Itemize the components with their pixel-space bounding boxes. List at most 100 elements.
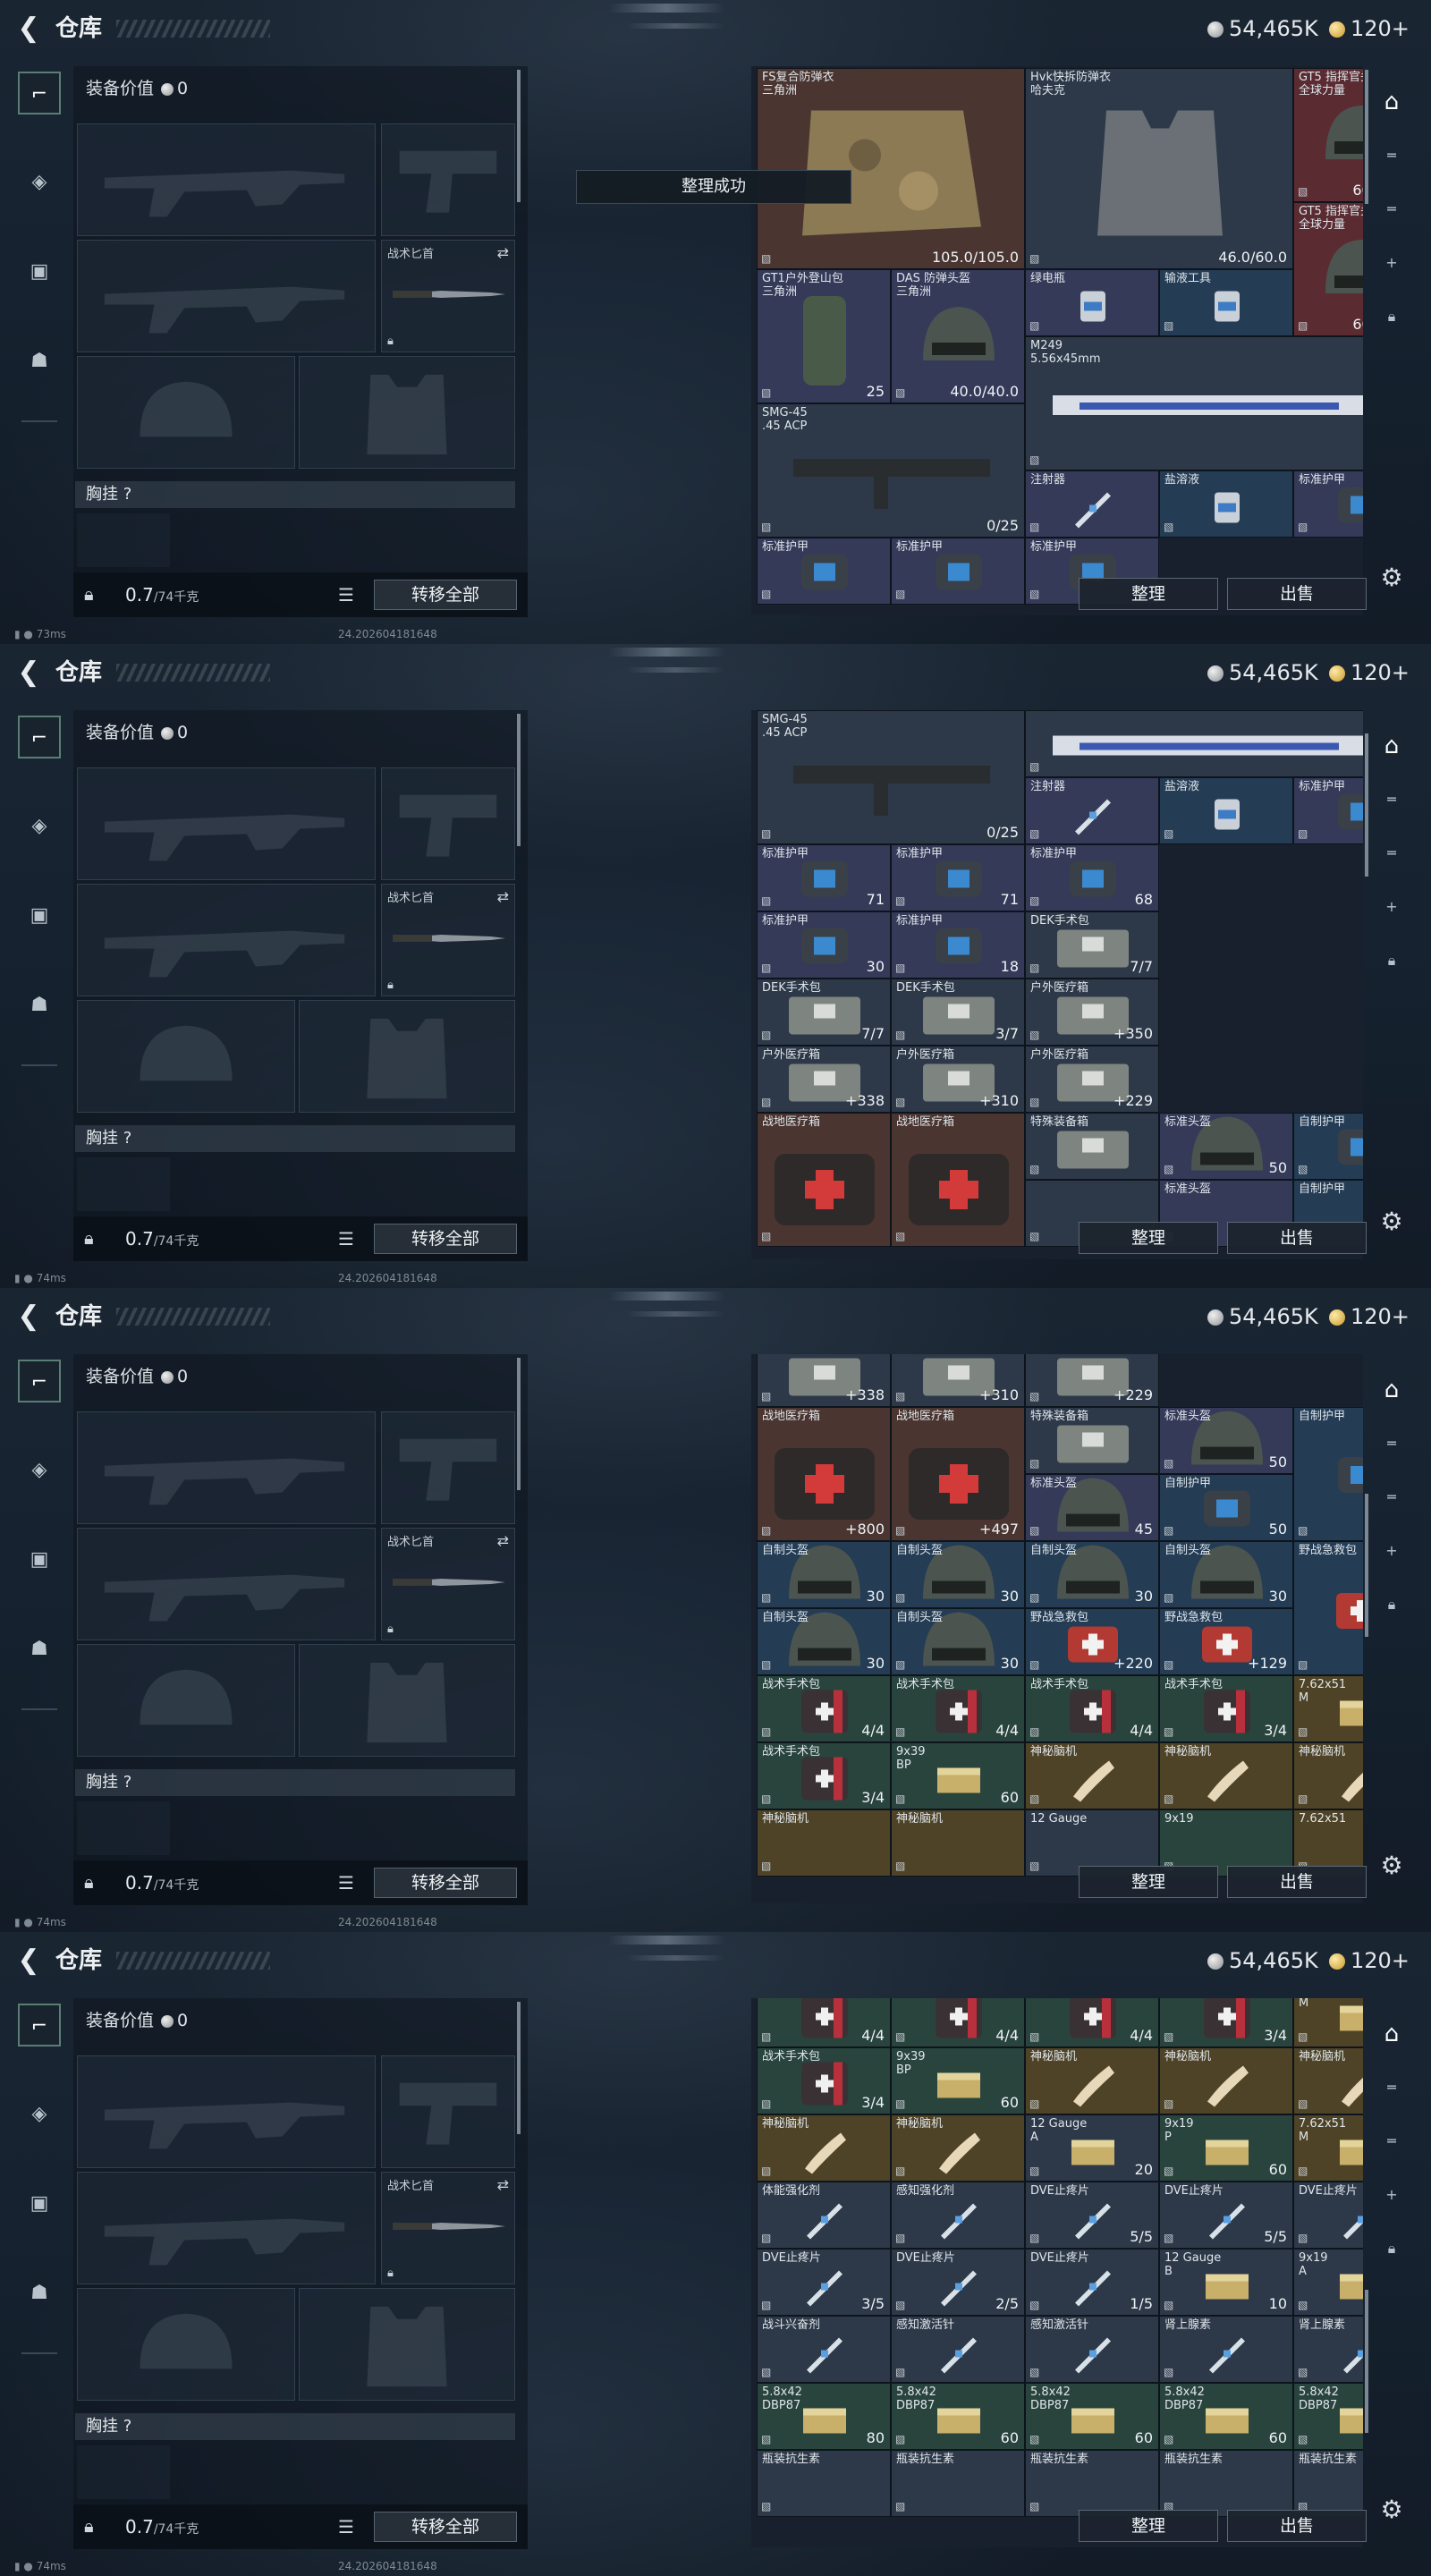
storage-item[interactable]: 战地医疗箱 ▧ bbox=[757, 1113, 891, 1247]
secondary-weapon-slot[interactable] bbox=[77, 2172, 376, 2284]
storage-item[interactable]: 战术手术包4/4▧ bbox=[757, 1998, 891, 2047]
storage-item[interactable]: 神秘脑机 ▧ bbox=[1293, 2047, 1363, 2114]
storage-item[interactable]: 户外医疗箱 +229 ▧ bbox=[1025, 1046, 1159, 1113]
gold-currency[interactable]: 120+ bbox=[1329, 658, 1410, 687]
primary-weapon-slot[interactable] bbox=[77, 1411, 376, 1524]
storage-item[interactable]: 战地医疗箱 ▧ bbox=[891, 1113, 1025, 1247]
storage-item[interactable]: 标准头盔 50 ▧ bbox=[1159, 1113, 1293, 1180]
chest-rig-label[interactable]: 胸挂 ? bbox=[75, 481, 515, 508]
loadout-scrollbar[interactable] bbox=[517, 70, 521, 202]
sell-button[interactable]: 出售 bbox=[1227, 1866, 1367, 1898]
storage-item[interactable]: SMG-45 .45 ACP 0/25 ▧ bbox=[757, 710, 1025, 844]
storage-item[interactable]: 9x19 P 60 ▧ bbox=[1159, 2114, 1293, 2182]
loadout-scrollbar[interactable] bbox=[517, 1358, 521, 1490]
add-tab-icon[interactable]: + bbox=[1370, 1533, 1413, 1569]
back-button[interactable]: ❮ bbox=[13, 13, 45, 45]
storage-item[interactable]: 5.8x42 DBP87 60 ▧ bbox=[891, 2383, 1025, 2450]
storage-item[interactable]: 标准护甲 71 ▧ bbox=[891, 844, 1025, 911]
add-tab-icon[interactable]: + bbox=[1370, 889, 1413, 925]
rifle-filter-icon[interactable]: ═ bbox=[1370, 2123, 1413, 2159]
chest-rig-slot[interactable] bbox=[77, 2445, 170, 2499]
storage-item[interactable]: 神秘脑机 ▧ bbox=[1293, 1742, 1363, 1809]
storage-item[interactable]: 5.8x42 DBP87 60 ▧ bbox=[1025, 2383, 1159, 2450]
case-tab-icon[interactable]: ☗ bbox=[18, 2272, 61, 2315]
pistol-slot[interactable] bbox=[381, 1411, 515, 1524]
storage-item[interactable]: 神秘脑机 ▧ bbox=[1025, 2047, 1159, 2114]
storage-item[interactable]: 野战急救包114▧ bbox=[1293, 1541, 1363, 1675]
storage-item[interactable]: 标准护甲 71 ▧ bbox=[757, 844, 891, 911]
storage-item[interactable]: 战术手术包4/4▧ bbox=[1025, 1675, 1159, 1742]
sell-button[interactable]: 出售 bbox=[1227, 1222, 1367, 1254]
storage-item[interactable]: DVE止疼片 2/5 ▧ bbox=[891, 2249, 1025, 2316]
storage-item[interactable]: 肾上腺素 ▧ bbox=[1159, 2316, 1293, 2383]
storage-item[interactable]: 神秘脑机 ▧ bbox=[757, 2114, 891, 2182]
storage-item[interactable]: DVE止疼片5/5▧ bbox=[1159, 2182, 1293, 2249]
armor-tab-icon[interactable]: ◈ bbox=[18, 161, 61, 204]
storage-item[interactable]: 自制头盔 30 ▧ bbox=[757, 1608, 891, 1675]
storage-item[interactable]: 标准头盔 45 ▧ bbox=[1025, 1474, 1159, 1541]
storage-item[interactable]: 标准护甲 ▧ bbox=[891, 538, 1025, 605]
storage-item[interactable]: 瓶装抗生素 ▧ bbox=[891, 2450, 1025, 2517]
weapon-tab-icon[interactable]: ⌐ bbox=[18, 2004, 61, 2046]
storage-item[interactable]: DEK手术包 3/7 ▧ bbox=[891, 979, 1025, 1046]
storage-item[interactable]: 战术手术包4/4▧ bbox=[891, 1998, 1025, 2047]
chest-rig-label[interactable]: 胸挂 ? bbox=[75, 1125, 515, 1152]
settings-gear-icon[interactable]: ⚙ bbox=[1376, 2494, 1408, 2526]
storage-item[interactable]: 瓶装抗生素 ▧ bbox=[757, 2450, 891, 2517]
gold-currency[interactable]: 120+ bbox=[1329, 14, 1410, 43]
storage-item[interactable]: 战术手术包 3/4 ▧ bbox=[757, 1742, 891, 1809]
storage-item[interactable]: 标准护甲 18 ▧ bbox=[891, 911, 1025, 979]
storage-item[interactable]: 战地医疗箱 +800 ▧ bbox=[757, 1407, 891, 1541]
storage-item[interactable]: 瓶装抗生素 ▧ bbox=[1025, 2450, 1159, 2517]
storage-item[interactable]: 自制护甲 50 ▧ bbox=[1159, 1474, 1293, 1541]
chest-rig-label[interactable]: 胸挂 ? bbox=[75, 1769, 515, 1796]
storage-item[interactable]: DVE止疼片5/5▧ bbox=[1293, 2182, 1363, 2249]
list-icon[interactable]: ☰ bbox=[338, 1228, 360, 1250]
storage-item[interactable]: 感知激活针 ▧ bbox=[891, 2316, 1025, 2383]
melee-slot[interactable]: 战术匕首 ⇄ 🔒︎ bbox=[381, 884, 515, 996]
helmet-slot[interactable] bbox=[77, 1644, 295, 1757]
list-icon[interactable]: ☰ bbox=[338, 1872, 360, 1894]
storage-item[interactable]: 自制头盔 30 ▧ bbox=[1159, 1541, 1293, 1608]
storage-item[interactable]: 7.62x51 M59▧ bbox=[1293, 2114, 1363, 2182]
storage-scrollbar[interactable] bbox=[1365, 70, 1368, 204]
primary-weapon-slot[interactable] bbox=[77, 2055, 376, 2168]
sort-button[interactable]: 整理 bbox=[1079, 1222, 1218, 1254]
storage-item[interactable]: 瓶装抗生素 ▧ bbox=[1159, 2450, 1293, 2517]
storage-item[interactable]: 5.8x42 DBP8722▧ bbox=[1293, 2383, 1363, 2450]
bag-tab-icon[interactable]: ▣ bbox=[18, 894, 61, 937]
rifle-filter-icon[interactable]: ═ bbox=[1370, 1479, 1413, 1515]
storage-item[interactable]: 战术手术包 3/4 ▧ bbox=[757, 2047, 891, 2114]
storage-item[interactable]: 感知激活针 ▧ bbox=[1025, 2316, 1159, 2383]
storage-grid-panel[interactable]: SMG-45 .45 ACP0/25▧0/100▧注射器▧盐溶液▧标准护甲75▧… bbox=[751, 710, 1363, 1259]
storage-item[interactable]: 5.8x42 DBP87 60 ▧ bbox=[1159, 2383, 1293, 2450]
storage-item[interactable]: 战术手术包4/4▧ bbox=[891, 1675, 1025, 1742]
storage-item[interactable]: 自制头盔 30 ▧ bbox=[1025, 1541, 1159, 1608]
back-button[interactable]: ❮ bbox=[13, 657, 45, 689]
warehouse-tab-icon[interactable]: ⌂ bbox=[1370, 728, 1413, 764]
body-armor-slot[interactable] bbox=[299, 1000, 515, 1113]
bag-tab-icon[interactable]: ▣ bbox=[18, 1538, 61, 1581]
warehouse-tab-icon[interactable]: ⌂ bbox=[1370, 2016, 1413, 2052]
weapon-tab-icon[interactable]: ⌐ bbox=[18, 716, 61, 758]
storage-item[interactable]: 盐溶液 ▧ bbox=[1159, 470, 1293, 538]
storage-item[interactable]: 自制头盔 30 ▧ bbox=[757, 1541, 891, 1608]
storage-item[interactable]: GT5 指挥官头盔 全球力量 60.0/60.0 ▧ bbox=[1293, 202, 1363, 336]
primary-weapon-slot[interactable] bbox=[77, 123, 376, 236]
list-icon[interactable]: ☰ bbox=[338, 584, 360, 606]
sort-button[interactable]: 整理 bbox=[1079, 1866, 1218, 1898]
loadout-scrollbar[interactable] bbox=[517, 2002, 521, 2134]
storage-item[interactable]: 特殊装备箱 ▧ bbox=[1025, 1113, 1159, 1180]
secondary-weapon-slot[interactable] bbox=[77, 240, 376, 352]
storage-item[interactable]: DVE止疼片 1/5 ▧ bbox=[1025, 2249, 1159, 2316]
storage-scrollbar[interactable] bbox=[1365, 2290, 1368, 2433]
weapon-filter-icon[interactable]: ═ bbox=[1370, 782, 1413, 818]
storage-item[interactable]: DVE止疼片5/5▧ bbox=[1025, 2182, 1159, 2249]
storage-item[interactable]: 5.8x42 DBP87 80 ▧ bbox=[757, 2383, 891, 2450]
loadout-scrollbar[interactable] bbox=[517, 714, 521, 846]
body-armor-slot[interactable] bbox=[299, 1644, 515, 1757]
sell-button[interactable]: 出售 bbox=[1227, 578, 1367, 610]
melee-slot[interactable]: 战术匕首 ⇄ 🔒︎ bbox=[381, 2172, 515, 2284]
storage-item[interactable]: 12 Gauge A 20 ▧ bbox=[1025, 2114, 1159, 2182]
storage-item[interactable]: 标准头盔 50 ▧ bbox=[1159, 1407, 1293, 1474]
